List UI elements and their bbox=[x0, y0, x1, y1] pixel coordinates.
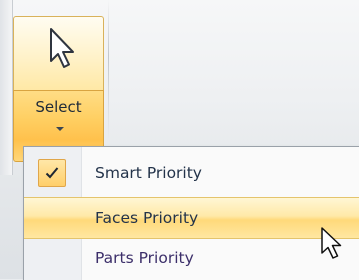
select-priority-menu: Smart Priority Faces Priority Parts Prio… bbox=[23, 146, 359, 280]
menu-item-label: Parts Priority bbox=[95, 249, 194, 267]
group-separator bbox=[108, 0, 109, 140]
checkmark-box bbox=[38, 159, 66, 187]
menu-item-faces-priority[interactable]: Faces Priority bbox=[24, 197, 359, 239]
arrow-pointer-icon bbox=[50, 28, 74, 68]
select-button-main[interactable] bbox=[13, 16, 104, 91]
ribbon-left-edge bbox=[0, 0, 13, 175]
menu-item-smart-priority[interactable]: Smart Priority bbox=[24, 153, 359, 193]
select-button-label: Select bbox=[35, 98, 82, 116]
chevron-down-icon bbox=[56, 127, 64, 131]
checkmark-icon bbox=[45, 167, 59, 179]
menu-item-label: Faces Priority bbox=[95, 209, 199, 227]
menu-item-parts-priority[interactable]: Parts Priority bbox=[24, 238, 359, 278]
mouse-cursor-icon bbox=[321, 227, 342, 259]
menu-item-label: Smart Priority bbox=[95, 164, 202, 182]
select-split-button[interactable]: Select bbox=[13, 16, 104, 162]
